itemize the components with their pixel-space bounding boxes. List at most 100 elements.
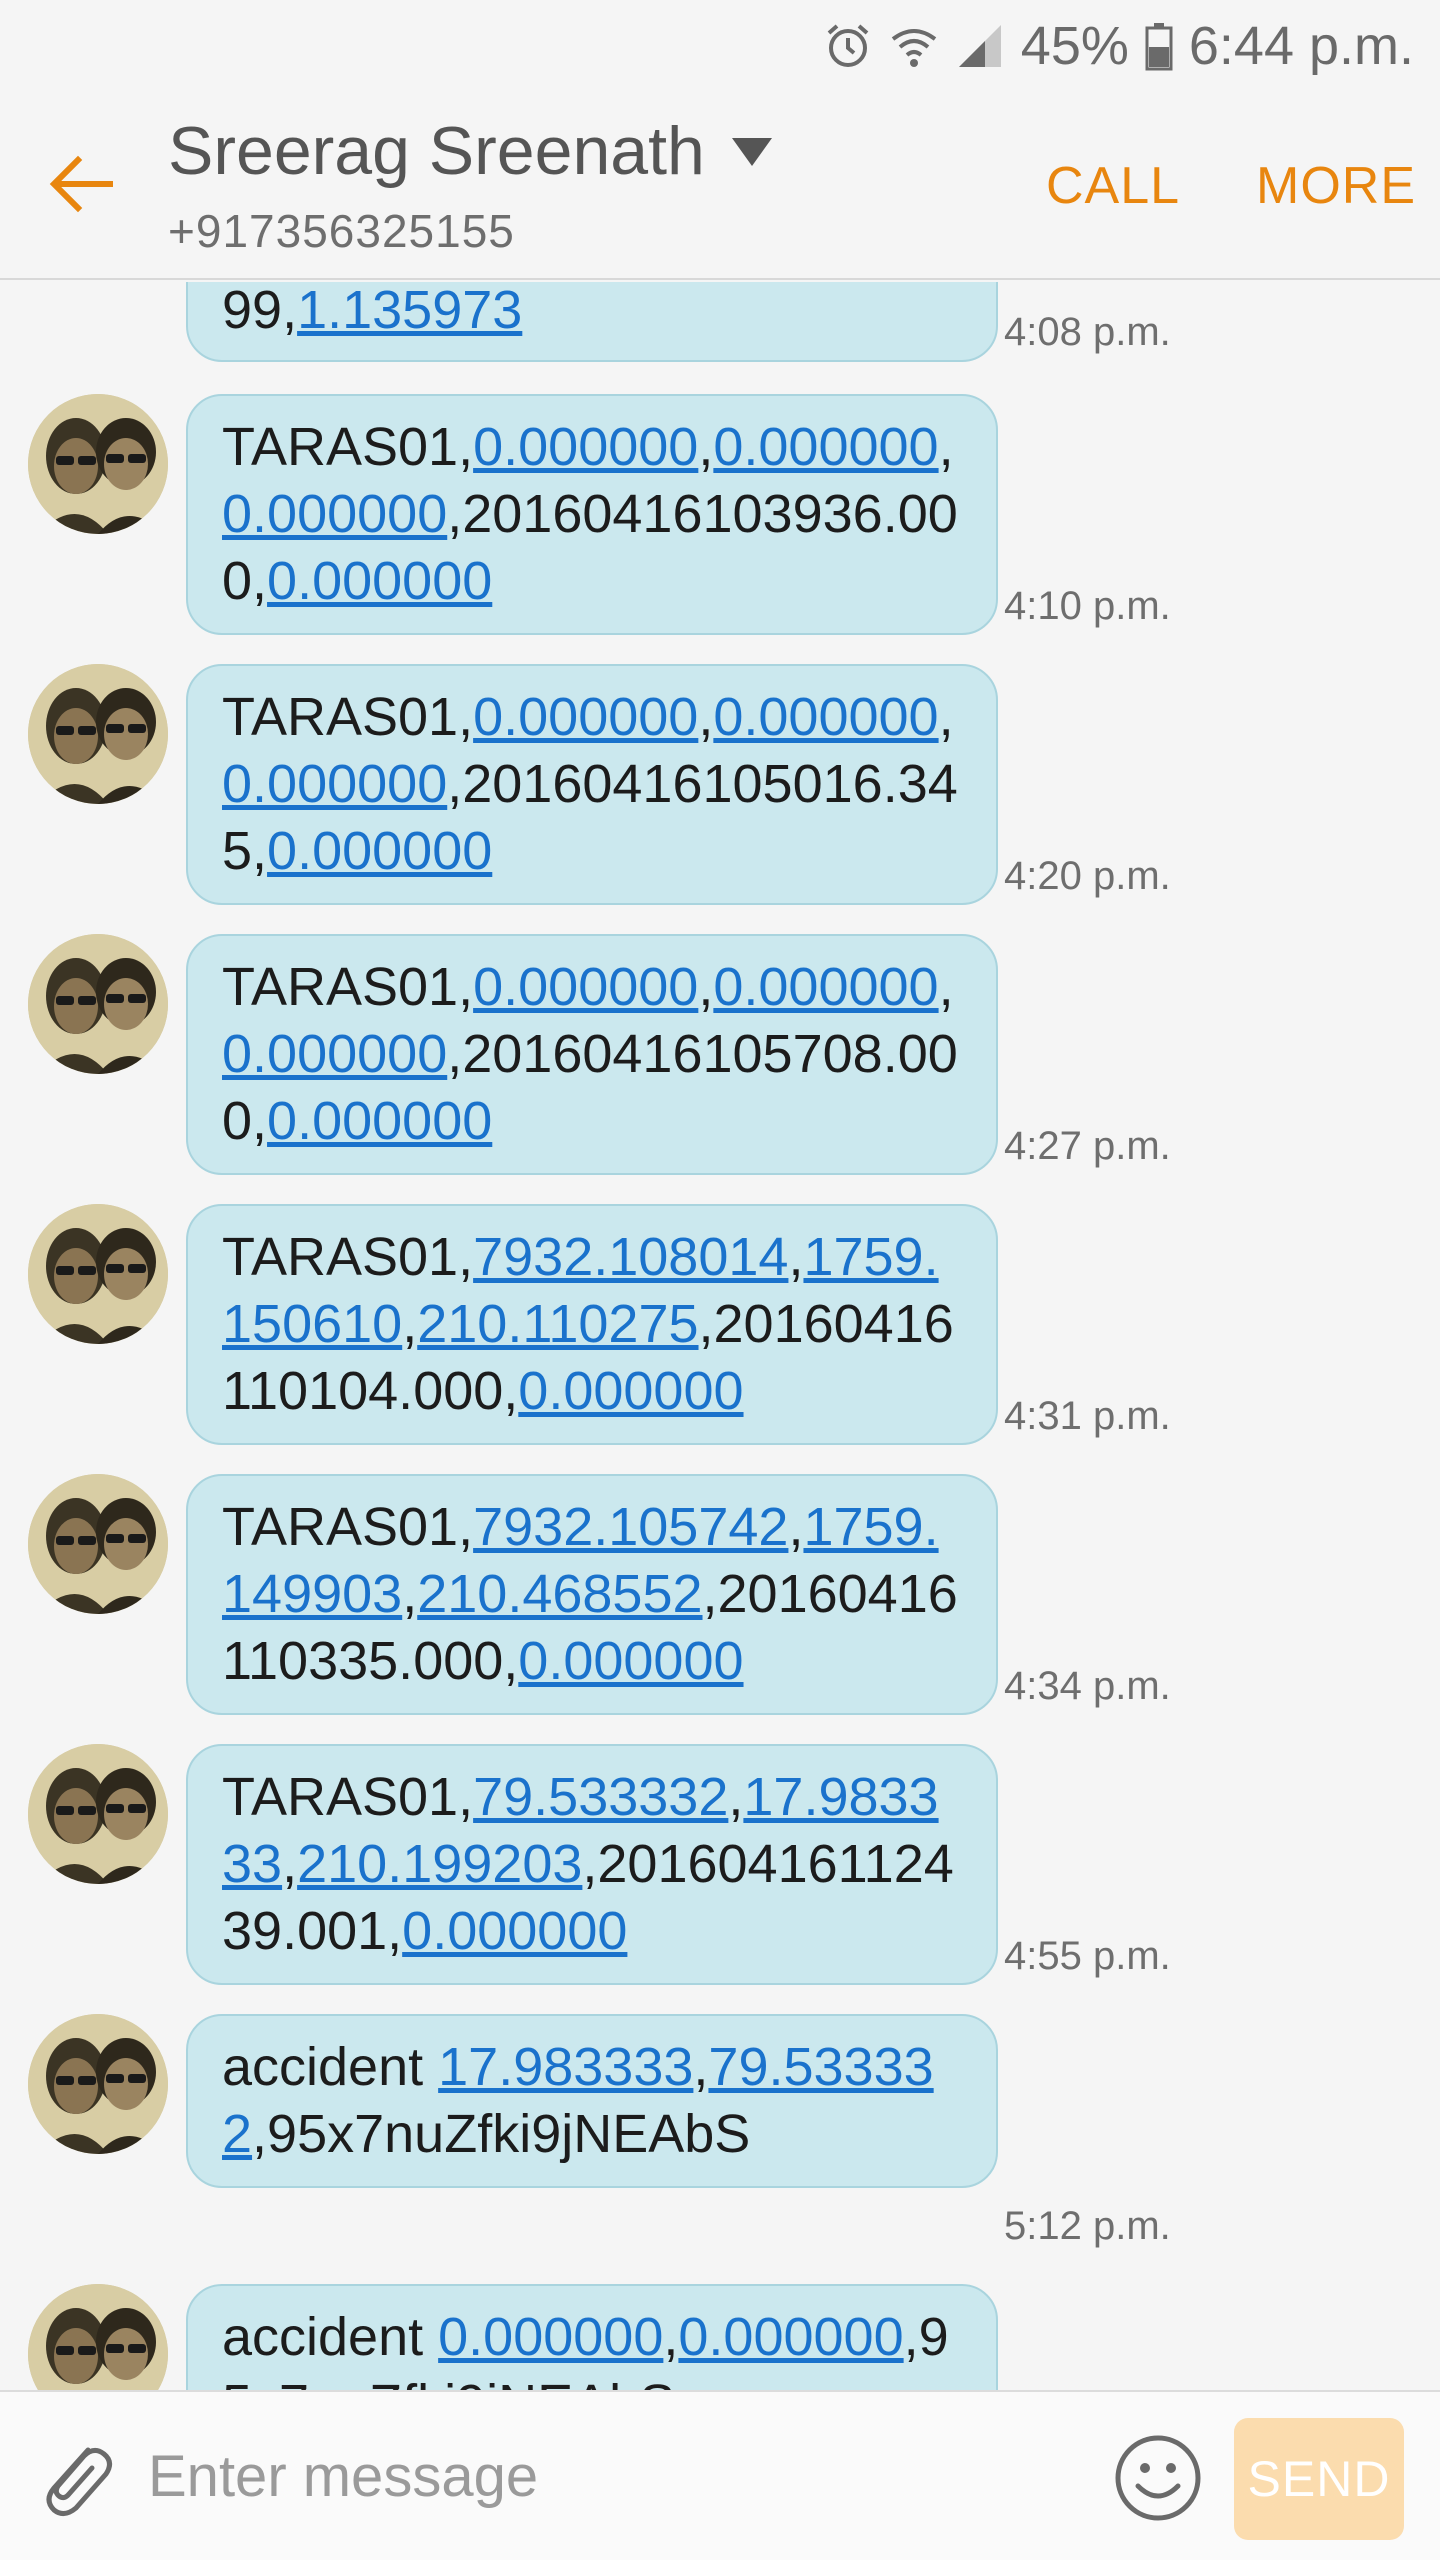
message-time: 4:08 p.m.: [1004, 310, 1171, 354]
message-text: ,: [698, 417, 714, 477]
message-bubble[interactable]: TARAS01,7932.108014,1759.150610,210.1102…: [186, 1204, 998, 1445]
wifi-icon: [889, 21, 939, 71]
message-link[interactable]: 0.000000: [222, 1024, 447, 1084]
message-link[interactable]: 0.000000: [473, 957, 698, 1017]
message-row: TARAS01,7932.108014,1759.150610,210.1102…: [0, 1204, 1440, 1445]
back-arrow-icon[interactable]: [40, 142, 124, 226]
more-button[interactable]: MORE: [1256, 156, 1416, 216]
conversation-header: Sreerag Sreenath +917356325155 CALL MORE: [0, 92, 1440, 280]
message-bubble[interactable]: TARAS01,7932.105742,1759.149903,210.4685…: [186, 1474, 998, 1715]
message-link[interactable]: 0.000000: [222, 754, 447, 814]
status-bar: 45% 6:44 p.m.: [0, 0, 1440, 92]
message-bubble[interactable]: TARAS01,0.000000,0.000000,0.000000,20160…: [186, 394, 998, 635]
message-link[interactable]: 0.000000: [518, 1631, 743, 1691]
message-link[interactable]: 210.199203: [297, 1834, 582, 1894]
contact-name[interactable]: Sreerag Sreenath: [168, 112, 705, 190]
message-link[interactable]: 1.135973: [297, 282, 522, 340]
message-input[interactable]: [148, 2428, 1068, 2524]
message-text: accident: [222, 2037, 439, 2097]
send-button[interactable]: SEND: [1234, 2418, 1404, 2540]
avatar[interactable]: [28, 394, 168, 534]
message-text: ,: [402, 1564, 418, 1624]
message-link[interactable]: 0.000000: [222, 484, 447, 544]
signal-icon: [955, 21, 1005, 71]
avatar[interactable]: [28, 1744, 168, 1884]
clock: 6:44 p.m.: [1188, 16, 1414, 76]
paperclip-icon[interactable]: [36, 2432, 116, 2527]
message-link[interactable]: 0.000000: [267, 551, 492, 611]
message-row: TARAS01,79.533332,17.983333,210.199203,2…: [0, 1744, 1440, 1985]
message-text: accident: [222, 2307, 439, 2367]
message-link[interactable]: 17.983333: [438, 2037, 693, 2097]
avatar[interactable]: [28, 2284, 168, 2390]
message-text: ,: [402, 1294, 418, 1354]
alarm-icon: [823, 21, 873, 71]
message-link[interactable]: 0.000000: [267, 821, 492, 881]
message-text: ,: [698, 687, 714, 747]
message-text: 99,: [222, 282, 298, 340]
message-link[interactable]: 0.000000: [473, 687, 698, 747]
message-link[interactable]: 210.110275: [417, 1294, 698, 1354]
message-row: TARAS01,0.000000,0.000000,0.000000,20160…: [0, 664, 1440, 905]
message-text: ,: [282, 1834, 298, 1894]
dropdown-triangle-icon[interactable]: [730, 134, 774, 175]
message-text: ,: [938, 957, 954, 1017]
message-time: 4:27 p.m.: [1004, 1124, 1171, 1168]
message-time: 4:34 p.m.: [1004, 1664, 1171, 1708]
message-text: ,: [938, 687, 954, 747]
message-time: 5:12 p.m.: [1004, 2204, 1171, 2248]
message-text: ,95x7nuZfki9jNEAbS: [252, 2104, 751, 2164]
message-link[interactable]: 7932.108014: [473, 1227, 788, 1287]
message-text: TARAS01,: [222, 1497, 474, 1557]
message-link[interactable]: 0.000000: [713, 417, 938, 477]
message-link[interactable]: 210.468552: [417, 1564, 702, 1624]
message-link[interactable]: 7932.105742: [473, 1497, 788, 1557]
message-link[interactable]: 0.000000: [713, 957, 938, 1017]
message-link[interactable]: 0.000000: [267, 1091, 492, 1151]
message-text: ,: [663, 2307, 679, 2367]
compose-bar: SEND: [0, 2390, 1440, 2560]
message-text: TARAS01,: [222, 957, 474, 1017]
message-time: 4:55 p.m.: [1004, 1934, 1171, 1978]
message-list[interactable]: 99,1.135973 4:08 p.m. TARAS01,0.000000,0…: [0, 282, 1440, 2390]
status-icons: 45% 6:44 p.m.: [823, 12, 1414, 80]
message-text: TARAS01,: [222, 1227, 474, 1287]
message-text: TARAS01,: [222, 1767, 474, 1827]
avatar[interactable]: [28, 934, 168, 1074]
message-time: 4:31 p.m.: [1004, 1394, 1171, 1438]
message-link[interactable]: 0.000000: [678, 2307, 903, 2367]
message-bubble[interactable]: accident 17.983333,79.533332,95x7nuZfki9…: [186, 2014, 998, 2188]
avatar[interactable]: [28, 1204, 168, 1344]
message-bubble[interactable]: TARAS01,0.000000,0.000000,0.000000,20160…: [186, 934, 998, 1175]
message-row: accident 0.000000,0.000000,95x7nuZfki9jN…: [0, 2284, 1440, 2390]
message-time: 4:20 p.m.: [1004, 854, 1171, 898]
message-bubble[interactable]: TARAS01,0.000000,0.000000,0.000000,20160…: [186, 664, 998, 905]
avatar[interactable]: [28, 664, 168, 804]
message-bubble[interactable]: accident 0.000000,0.000000,95x7nuZfki9jN…: [186, 2284, 998, 2390]
message-row: TARAS01,7932.105742,1759.149903,210.4685…: [0, 1474, 1440, 1715]
message-text: TARAS01,: [222, 687, 474, 747]
message-link[interactable]: 0.000000: [473, 417, 698, 477]
message-link[interactable]: 0.000000: [438, 2307, 663, 2367]
message-link[interactable]: 79.533332: [473, 1767, 728, 1827]
message-time: 4:10 p.m.: [1004, 584, 1171, 628]
message-link[interactable]: 0.000000: [518, 1361, 743, 1421]
battery-icon: [1145, 21, 1173, 71]
message-bubble[interactable]: TARAS01,79.533332,17.983333,210.199203,2…: [186, 1744, 998, 1985]
message-text: ,: [693, 2037, 709, 2097]
contact-number: +917356325155: [168, 205, 515, 257]
message-text: ,: [788, 1227, 804, 1287]
avatar[interactable]: [28, 1474, 168, 1614]
message-text: ,: [938, 417, 954, 477]
battery-percent: 45%: [1020, 16, 1129, 76]
message-text: ,: [728, 1767, 744, 1827]
smiley-icon[interactable]: [1114, 2434, 1202, 2527]
call-button[interactable]: CALL: [1046, 156, 1180, 216]
message-link[interactable]: 0.000000: [402, 1901, 627, 1961]
message-row: accident 17.983333,79.533332,95x7nuZfki9…: [0, 2014, 1440, 2254]
avatar[interactable]: [28, 2014, 168, 2154]
message-link[interactable]: 0.000000: [713, 687, 938, 747]
message-text: ,: [698, 957, 714, 1017]
message-row: TARAS01,0.000000,0.000000,0.000000,20160…: [0, 394, 1440, 635]
message-bubble[interactable]: 99,1.135973: [186, 282, 998, 362]
